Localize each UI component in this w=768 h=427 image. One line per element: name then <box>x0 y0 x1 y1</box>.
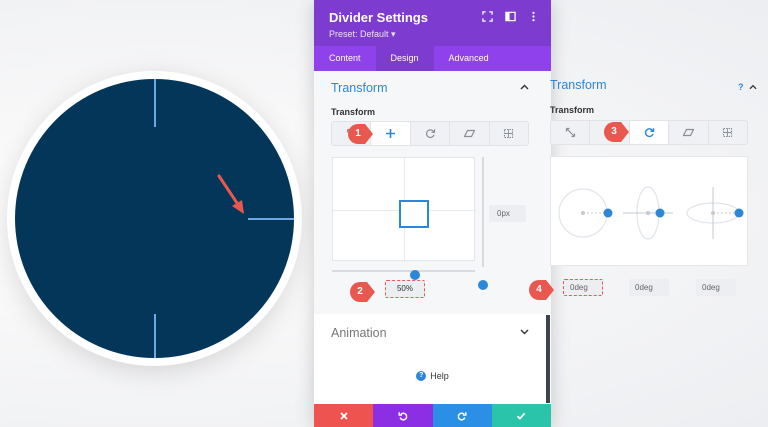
close-icon <box>339 411 348 420</box>
translate-icon <box>386 129 396 138</box>
slider-knob[interactable] <box>478 280 488 290</box>
step-badge-2: 2 <box>350 282 375 302</box>
badge-number: 3 <box>611 126 617 137</box>
translate-y-slider[interactable] <box>478 280 488 290</box>
origin-icon <box>504 128 514 139</box>
help-link[interactable]: ? Help <box>314 369 551 383</box>
tab-advanced[interactable]: Advanced <box>434 46 504 71</box>
origin-icon <box>723 127 733 138</box>
chevron-up-icon[interactable] <box>520 84 529 90</box>
tool-skew[interactable] <box>669 121 709 144</box>
fullscreen-icon[interactable] <box>482 11 493 22</box>
chevron-down-icon[interactable] <box>520 329 529 335</box>
animation-section[interactable]: Animation <box>314 315 551 355</box>
animation-section-title[interactable]: Animation <box>331 326 387 340</box>
check-icon <box>517 412 526 420</box>
translate-y-input[interactable]: 0px <box>489 205 526 222</box>
panel-scrollbar[interactable] <box>546 315 550 403</box>
help-icon: ? <box>416 371 427 381</box>
settings-tabs: Content Design Advanced <box>314 46 551 71</box>
divider-preview-circle <box>15 79 294 358</box>
rotate-icon <box>425 129 435 139</box>
undo-button[interactable] <box>373 404 433 427</box>
badge-number: 2 <box>357 286 363 297</box>
rotate-y-input[interactable]: 0deg <box>629 279 669 296</box>
header-actions <box>482 11 539 22</box>
translate-x-input[interactable]: 50% <box>385 280 425 298</box>
tool-rotate[interactable] <box>629 121 670 144</box>
panel-header: Divider Settings Preset: Default ▾ <box>314 0 551 46</box>
rotate-transform-label: Transform <box>550 105 595 115</box>
tab-design[interactable]: Design <box>375 46 434 71</box>
undo-icon <box>398 411 408 421</box>
preset-selector[interactable]: Preset: Default ▾ <box>329 29 536 40</box>
rotate-y-knob <box>655 208 665 218</box>
tool-translate[interactable] <box>371 122 411 145</box>
translate-handle[interactable] <box>399 200 429 228</box>
rotate-axes-graphic <box>558 186 744 240</box>
transform-section-title[interactable]: Transform <box>331 81 388 95</box>
rotate-z-knob <box>734 208 744 218</box>
rotate-z-input[interactable]: 0deg <box>696 279 736 296</box>
redo-icon <box>457 411 467 421</box>
divider-line-right <box>248 218 294 220</box>
tab-content[interactable]: Content <box>314 46 376 71</box>
rotate-section-title[interactable]: Transform <box>550 78 607 92</box>
rotate-preview <box>550 156 748 266</box>
help-icon[interactable]: ? <box>738 82 744 92</box>
transform-section: Transform Transform 0px 50% <box>314 71 551 314</box>
translate-x-slider[interactable] <box>410 270 420 280</box>
scale-icon <box>565 127 575 138</box>
skew-icon <box>463 129 475 138</box>
skew-icon <box>682 128 694 137</box>
rotate-section-actions: ? <box>738 82 757 92</box>
tool-rotate[interactable] <box>411 122 451 145</box>
more-options-icon[interactable] <box>528 11 539 22</box>
translate-x-track[interactable] <box>332 270 475 272</box>
step-badge-1: 1 <box>348 124 373 144</box>
badge-number: 1 <box>355 128 361 139</box>
help-label: Help <box>430 371 449 381</box>
chevron-up-icon[interactable] <box>748 84 757 90</box>
tool-origin[interactable] <box>490 122 528 145</box>
tool-skew[interactable] <box>450 122 490 145</box>
slider-knob[interactable] <box>410 270 420 280</box>
rotate-icon <box>644 128 654 138</box>
save-button[interactable] <box>491 404 551 427</box>
panel-footer <box>314 404 551 427</box>
divider-line-bottom <box>154 314 156 358</box>
rotate-x-input[interactable]: 0deg <box>563 279 603 296</box>
annotation-arrow-icon <box>217 174 244 214</box>
translate-grid[interactable] <box>332 157 476 262</box>
rotate-x-knob <box>603 208 613 218</box>
transform-label: Transform <box>331 107 376 117</box>
rotate-tool-row <box>550 120 748 145</box>
split-view-icon[interactable] <box>505 11 516 22</box>
redo-button[interactable] <box>432 404 492 427</box>
divider-line-top <box>154 79 156 127</box>
badge-number: 4 <box>536 284 542 295</box>
divider-settings-panel: Divider Settings Preset: Default ▾ Conte… <box>314 0 551 427</box>
tool-origin[interactable] <box>709 121 747 144</box>
step-badge-4: 4 <box>529 280 554 300</box>
tool-scale[interactable] <box>551 121 591 144</box>
cancel-button[interactable] <box>314 404 374 427</box>
step-badge-3: 3 <box>604 122 629 142</box>
translate-y-track[interactable] <box>482 157 484 267</box>
